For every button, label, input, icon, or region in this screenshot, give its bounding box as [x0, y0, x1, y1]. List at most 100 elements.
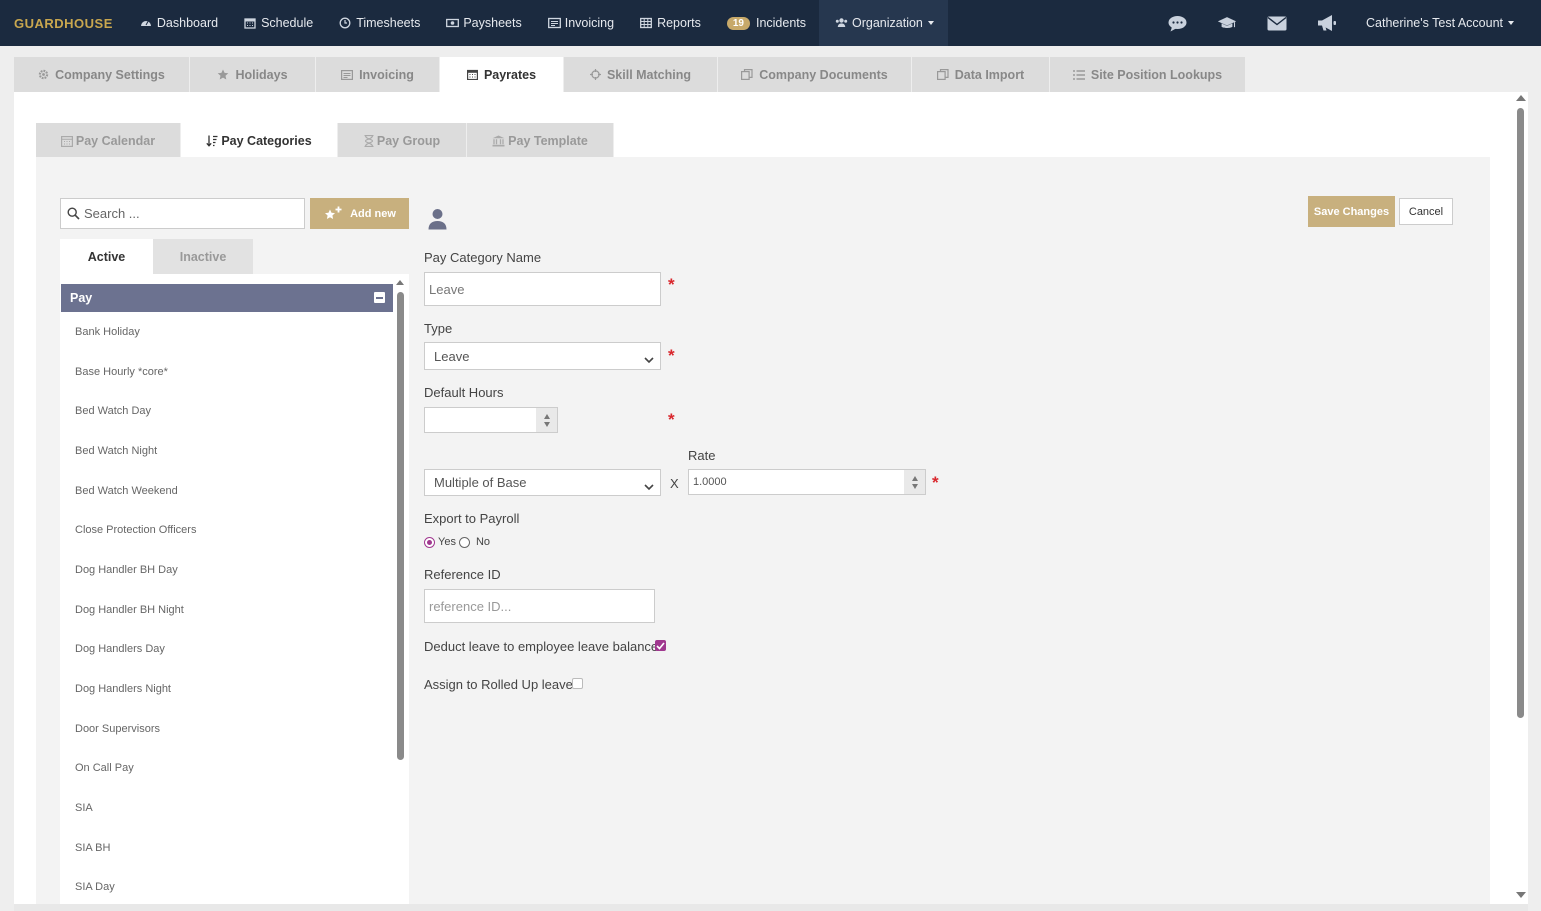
- list-item[interactable]: Base Hourly *core*: [75, 352, 385, 392]
- chevron-down-icon: [644, 479, 654, 494]
- tab-pay-group[interactable]: Pay Group: [338, 123, 467, 158]
- tab-site-position-lookups[interactable]: Site Position Lookups: [1050, 57, 1246, 92]
- list-item[interactable]: On Call Pay: [75, 749, 385, 789]
- account-menu[interactable]: Catherine's Test Account: [1366, 16, 1514, 30]
- required-marker: *: [668, 275, 675, 294]
- radio-yes[interactable]: [424, 536, 435, 548]
- list-item[interactable]: Dog Handlers Day: [75, 630, 385, 670]
- type-select-value: Leave: [434, 348, 470, 364]
- tab-label: Company Documents: [759, 67, 888, 82]
- tab-company-settings[interactable]: Company Settings: [14, 57, 190, 92]
- calendar-icon: [466, 69, 478, 80]
- nav-incidents[interactable]: 19 Incidents: [714, 0, 819, 46]
- add-new-button[interactable]: Add new: [310, 198, 409, 229]
- graduation-cap-icon[interactable]: [1217, 13, 1237, 33]
- nav-timesheets[interactable]: Timesheets: [326, 0, 433, 46]
- nav-dashboard[interactable]: Dashboard: [127, 0, 231, 46]
- list-item[interactable]: Close Protection Officers: [75, 510, 385, 550]
- list-scrollbar[interactable]: [395, 278, 405, 904]
- list-item[interactable]: Bed Watch Weekend: [75, 471, 385, 511]
- tab-pay-template[interactable]: Pay Template: [467, 123, 614, 158]
- list-item[interactable]: SIA BH: [75, 828, 385, 868]
- page-scrollbar[interactable]: [1514, 92, 1528, 904]
- rolled-up-leave-checkbox[interactable]: [572, 678, 583, 689]
- radio-no[interactable]: [458, 536, 470, 548]
- rate-mode-select[interactable]: Multiple of Base: [424, 469, 661, 496]
- chat-icon[interactable]: [1167, 13, 1187, 33]
- list-item[interactable]: Bed Watch Night: [75, 431, 385, 471]
- tab-data-import[interactable]: Data Import: [912, 57, 1050, 92]
- type-select[interactable]: Leave: [424, 342, 661, 370]
- rate-value: 1.0000: [693, 476, 727, 488]
- brand-logo[interactable]: GUARDHOUSE: [14, 16, 113, 31]
- list-item[interactable]: Dog Handler BH Day: [75, 550, 385, 590]
- account-name: Catherine's Test Account: [1366, 16, 1503, 30]
- nav-reports-label: Reports: [657, 16, 701, 30]
- list-item[interactable]: Dog Handler BH Night: [75, 590, 385, 630]
- tab-pay-categories[interactable]: Pay Categories: [181, 123, 338, 158]
- incidents-count-badge: 19: [726, 16, 750, 30]
- nav-paysheets[interactable]: Paysheets: [433, 0, 534, 46]
- list-item[interactable]: Bed Watch Day: [75, 391, 385, 431]
- pay-category-name-input[interactable]: Leave: [424, 272, 661, 306]
- chevron-down-icon: [1508, 21, 1514, 25]
- nav-schedule[interactable]: Schedule: [231, 0, 326, 46]
- nav-organization-label: Organization: [852, 16, 923, 30]
- scroll-up-arrow-icon[interactable]: [1516, 95, 1526, 101]
- search-input[interactable]: [84, 206, 294, 221]
- nav-right-group: Catherine's Test Account: [1152, 0, 1541, 46]
- save-changes-button[interactable]: Save Changes: [1308, 196, 1395, 227]
- tab-inactive[interactable]: Inactive: [153, 239, 253, 274]
- scroll-up-arrow-icon[interactable]: [396, 280, 404, 285]
- tab-active[interactable]: Active: [60, 239, 153, 274]
- envelope-icon[interactable]: [1267, 13, 1287, 33]
- nav-reports[interactable]: Reports: [627, 0, 714, 46]
- nav-incidents-label: Incidents: [755, 16, 806, 30]
- star-plus-icon: [323, 206, 344, 221]
- nav-invoicing[interactable]: Invoicing: [535, 0, 627, 46]
- radio-yes-label: Yes: [438, 536, 456, 548]
- documents-icon: [741, 69, 753, 80]
- group-header-pay[interactable]: Pay: [61, 284, 393, 312]
- reference-id-label: Reference ID: [424, 567, 501, 582]
- list-scrollbar-thumb[interactable]: [397, 292, 404, 760]
- search-icon: [67, 207, 80, 220]
- rate-input[interactable]: 1.0000: [688, 469, 926, 495]
- number-stepper[interactable]: [536, 408, 557, 432]
- tab-skill-matching[interactable]: Skill Matching: [564, 57, 718, 92]
- bank-icon: [492, 135, 505, 147]
- nav-organization-dropdown[interactable]: Organization: [819, 0, 948, 46]
- money-icon: [446, 17, 460, 29]
- crosshair-icon: [589, 69, 601, 80]
- top-navbar: GUARDHOUSE Dashboard Schedule Timesheets…: [0, 0, 1541, 46]
- cancel-button[interactable]: Cancel: [1399, 198, 1453, 225]
- star-icon: [217, 69, 229, 80]
- status-tabs: Active Inactive: [60, 239, 253, 274]
- calendar-icon: [244, 17, 256, 29]
- tab-label: Invoicing: [359, 67, 414, 82]
- tab-company-documents[interactable]: Company Documents: [718, 57, 912, 92]
- search-box[interactable]: [60, 198, 305, 229]
- scrollbar-thumb[interactable]: [1517, 108, 1524, 718]
- tab-payrates[interactable]: Payrates: [440, 57, 564, 92]
- tab-invoicing[interactable]: Invoicing: [316, 57, 440, 92]
- deduct-leave-checkbox[interactable]: [655, 640, 666, 651]
- number-stepper[interactable]: [904, 470, 925, 494]
- invoice-icon: [341, 69, 354, 80]
- scroll-down-arrow-icon[interactable]: [1516, 892, 1526, 898]
- tab-holidays[interactable]: Holidays: [190, 57, 316, 92]
- list-item[interactable]: Dog Handlers Night: [75, 669, 385, 709]
- reference-id-input[interactable]: reference ID...: [424, 589, 655, 623]
- export-to-payroll-label: Export to Payroll: [424, 511, 520, 526]
- list-item[interactable]: SIA Day: [75, 868, 385, 904]
- invoice-icon: [547, 17, 561, 29]
- chevron-down-icon: [927, 21, 934, 25]
- default-hours-input[interactable]: [424, 407, 558, 433]
- group-header-label: Pay: [70, 291, 93, 305]
- list-item[interactable]: Bank Holiday: [75, 312, 385, 352]
- collapse-icon[interactable]: [374, 292, 385, 303]
- list-item[interactable]: SIA: [75, 788, 385, 828]
- tab-pay-calendar[interactable]: Pay Calendar: [36, 123, 181, 158]
- megaphone-icon[interactable]: [1317, 13, 1337, 33]
- list-item[interactable]: Door Supervisors: [75, 709, 385, 749]
